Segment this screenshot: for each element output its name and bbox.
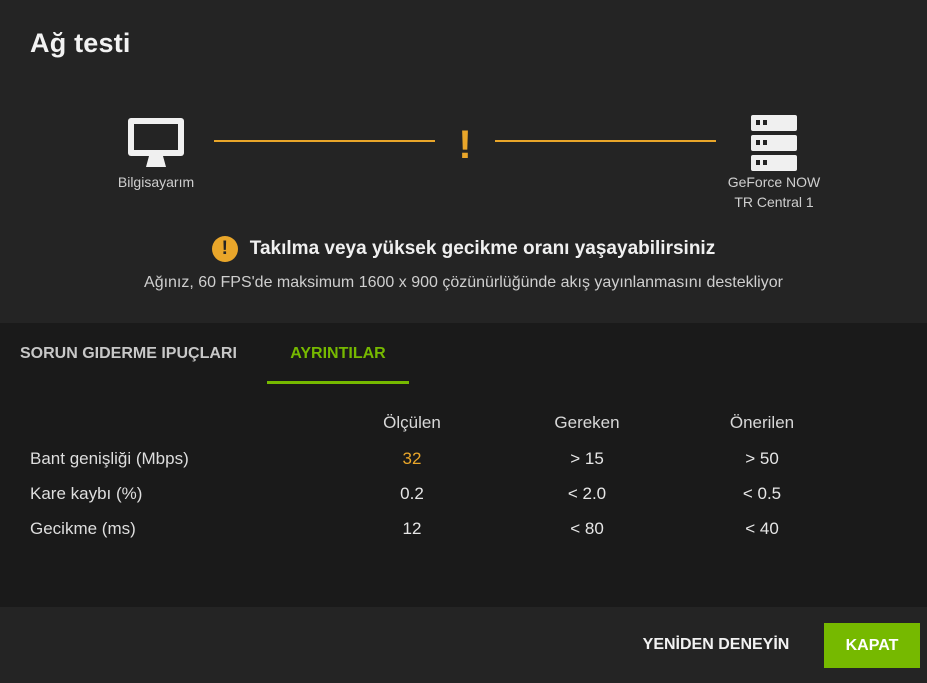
bandwidth-measured: 32 [402,449,422,468]
server-icon [751,115,797,171]
close-button[interactable]: KAPAT [824,623,920,668]
details-panel: SORUN GIDERME IPUÇLARI AYRINTILAR Ölçüle… [0,323,927,607]
row-label-frame-loss: Kare kaybı (%) [30,484,143,503]
frame-loss-recommended: < 0.5 [742,484,782,503]
tab-details[interactable]: AYRINTILAR [267,323,409,384]
local-computer-label: Bilgisayarım [117,174,195,190]
server-label-region: TR Central 1 [734,194,814,210]
frame-loss-measured: 0.2 [400,484,424,503]
row-label-latency: Gecikme (ms) [30,519,136,538]
server-label-name: GeForce NOW [727,174,821,190]
status-subtitle: Ağınız, 60 FPS'de maksimum 1600 x 900 çö… [144,274,783,291]
column-header-recommended: Önerilen [729,413,795,432]
latency-required: < 80 [570,519,604,538]
retry-button[interactable]: YENİDEN DENEYİN [628,623,804,667]
bandwidth-recommended: > 50 [745,449,779,468]
latency-recommended: < 40 [745,519,779,538]
status-row: ! Takılma veya yüksek gecikme oranı yaşa… [0,234,927,264]
dialog-title: Ağ testi [30,28,131,58]
connection-warning-mark: ! [458,123,472,167]
row-label-bandwidth: Bant genişliği (Mbps) [30,449,189,468]
bandwidth-required: > 15 [570,449,604,468]
column-header-required: Gereken [554,413,620,432]
column-header-measured: Ölçülen [383,413,441,432]
server-label: GeForce NOW TR Central 1 [704,172,844,212]
tab-troubleshooting-tips[interactable]: SORUN GIDERME IPUÇLARI [20,323,237,381]
status-title: Takılma veya yüksek gecikme oranı yaşaya… [249,238,716,259]
latency-measured: 12 [402,519,422,538]
monitor-icon [128,118,184,167]
connection-line-left [214,140,435,142]
frame-loss-required: < 2.0 [567,484,607,503]
test-summary-section: Ağ testi Bilgisayarım ! GeForce NOW TR C… [0,0,927,323]
connection-line-right [495,140,716,142]
warning-icon: ! [211,236,238,262]
